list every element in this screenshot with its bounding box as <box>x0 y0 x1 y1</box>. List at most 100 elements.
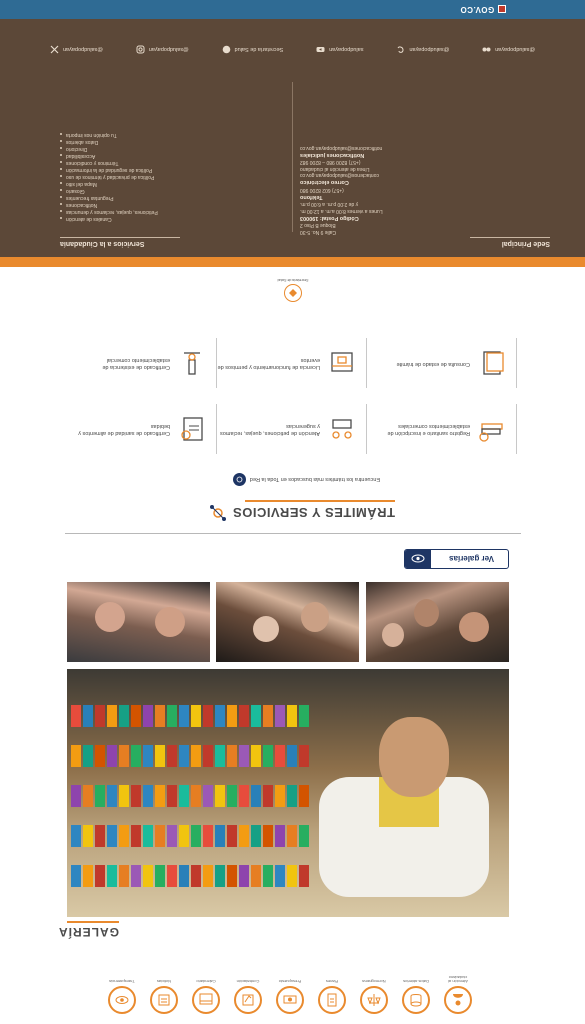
facebook-icon <box>222 45 230 54</box>
servicios-link[interactable]: Términos y condiciones <box>60 159 280 166</box>
social-link[interactable]: @saludpopayan <box>50 45 103 54</box>
shelf-product <box>251 705 261 727</box>
servicios-link[interactable]: Glosario <box>60 187 280 194</box>
social-link[interactable]: saludpopayan <box>316 45 363 54</box>
shelf-product <box>71 745 81 767</box>
document-icon <box>327 993 337 1007</box>
quick-link-item[interactable]: Normograma <box>357 959 391 1014</box>
shelf-product <box>275 705 285 727</box>
quick-link-circle[interactable] <box>318 986 346 1014</box>
sede-heading-text: Sede Principal <box>501 240 550 247</box>
sede-subheading: Código Postal: 190003 <box>300 215 359 221</box>
news-icon <box>158 994 170 1006</box>
shelf-product <box>263 865 273 887</box>
quick-link-item[interactable]: Atención al ciudadano <box>441 959 475 1014</box>
social-link[interactable]: @saludpopayan <box>396 45 449 54</box>
quick-link-item[interactable]: Planes <box>315 959 349 1014</box>
social-link[interactable]: @saludpopayan <box>482 45 535 54</box>
gallery-title: GALERÍA <box>58 925 119 939</box>
shelf-row <box>67 825 309 847</box>
servicios-link[interactable]: Notificaciones <box>60 201 280 208</box>
gallery-thumbnail[interactable] <box>366 582 509 662</box>
servicios-link[interactable]: Política de privacidad y términos de uso <box>60 173 280 180</box>
quick-link-item[interactable]: Calendario <box>189 959 223 1014</box>
shelf-product <box>299 825 309 847</box>
servicios-link-label: Términos y condiciones <box>66 160 119 166</box>
shelf-product <box>215 825 225 847</box>
database-icon <box>410 994 422 1007</box>
service-item[interactable]: Consulta de estado de trámite <box>367 338 517 388</box>
shelf-product <box>263 745 273 767</box>
shelf-product <box>263 785 273 807</box>
servicios-link[interactable]: Directorio <box>60 145 280 152</box>
quick-link-circle[interactable] <box>234 986 262 1014</box>
quick-link-circle[interactable] <box>276 986 304 1014</box>
quick-link-circle[interactable] <box>150 986 178 1014</box>
sede-line: Bloque B Piso 2 <box>300 222 336 229</box>
quick-link-item[interactable]: Contratación <box>231 959 265 1014</box>
service-item[interactable]: Certificado de existencia de establecimi… <box>67 338 217 388</box>
shelf-product <box>227 865 237 887</box>
servicios-link[interactable]: Mapa del sitio <box>60 180 280 187</box>
tramites-title-underline <box>245 500 395 502</box>
shelf-product <box>275 785 285 807</box>
servicios-link[interactable]: Accesibilidad <box>60 152 280 159</box>
quick-link-item[interactable]: Noticias <box>147 959 181 1014</box>
quick-link-circle[interactable] <box>444 986 472 1014</box>
servicios-link[interactable]: Peticiones, quejas, reclamos y denuncias <box>60 208 280 215</box>
shelf-product <box>83 705 93 727</box>
gov-logo[interactable]: GOV.CO <box>460 5 507 14</box>
quick-link-item[interactable]: Presupuesto <box>273 959 307 1014</box>
servicios-link[interactable]: Política de seguridad de la información <box>60 166 280 173</box>
shelf-product <box>203 825 213 847</box>
quick-link-circle[interactable] <box>402 986 430 1014</box>
quick-link-item[interactable]: Datos abiertos <box>399 959 433 1014</box>
tramites-subtitle-row: Encuentra los trámites más buscados en T… <box>190 473 380 486</box>
gallery-thumbnail[interactable] <box>67 582 210 662</box>
shelf-product <box>155 745 165 767</box>
person-icon <box>453 994 463 1006</box>
servicios-link[interactable]: Preguntas frecuentes <box>60 194 280 201</box>
social-label: saludpopayan <box>329 46 364 53</box>
servicios-link[interactable]: Canales de atención <box>60 215 280 222</box>
shelf-product <box>179 865 189 887</box>
quick-link-circle[interactable] <box>360 986 388 1014</box>
orange-band <box>0 257 585 267</box>
shelf-product <box>287 745 297 767</box>
gallery-thumbnail[interactable] <box>216 582 360 662</box>
shelf-product <box>131 705 141 727</box>
quick-link-circle[interactable] <box>192 986 220 1014</box>
contract-icon <box>242 994 254 1006</box>
sede-heading: Sede Principal <box>470 237 550 247</box>
social-link[interactable]: Secretaría de Salud <box>222 45 283 54</box>
sede-line: contactenos@saludpopayan.gov.co <box>300 172 379 179</box>
instagram-icon <box>136 45 145 54</box>
servicios-link-label: Política de seguridad de la información <box>66 167 153 173</box>
shelf-product <box>203 705 213 727</box>
shelf-product <box>95 745 105 767</box>
quick-link-circle[interactable] <box>108 986 136 1014</box>
shelf-product <box>215 745 225 767</box>
servicios-link[interactable]: Datos abiertos <box>60 138 280 145</box>
service-item[interactable]: Licencia de funcionamiento y permisos de… <box>217 338 367 388</box>
servicios-link[interactable]: Tu opinión nos importa <box>60 131 280 138</box>
service-item[interactable]: Atención de peticiones, quejas, reclamos… <box>217 404 367 454</box>
quick-link-item[interactable]: Transparencia <box>105 959 139 1014</box>
x-icon <box>50 45 59 54</box>
shelf-product <box>131 825 141 847</box>
view-galleries-button[interactable]: Ver galerías <box>404 549 509 569</box>
service-item[interactable]: Certificado de sanidad de alimentos y be… <box>67 404 217 454</box>
social-label: @saludpopayan <box>495 46 535 53</box>
shelf-product <box>203 745 213 767</box>
gallery-thumbnails <box>67 582 509 662</box>
gallery-main-photo[interactable] <box>67 669 509 917</box>
shelf-product <box>239 745 249 767</box>
gov-brand: GOV.CO <box>460 5 495 14</box>
social-link[interactable]: @saludpopayan <box>136 45 189 54</box>
service-item[interactable]: Registro sanitario e inscripción de esta… <box>367 404 517 454</box>
colombia-flag-icon <box>498 5 507 14</box>
servicios-heading-underline <box>60 237 180 238</box>
quick-link-label: Presupuesto <box>278 979 302 984</box>
shelf-product <box>227 785 237 807</box>
shelf-product <box>227 705 237 727</box>
